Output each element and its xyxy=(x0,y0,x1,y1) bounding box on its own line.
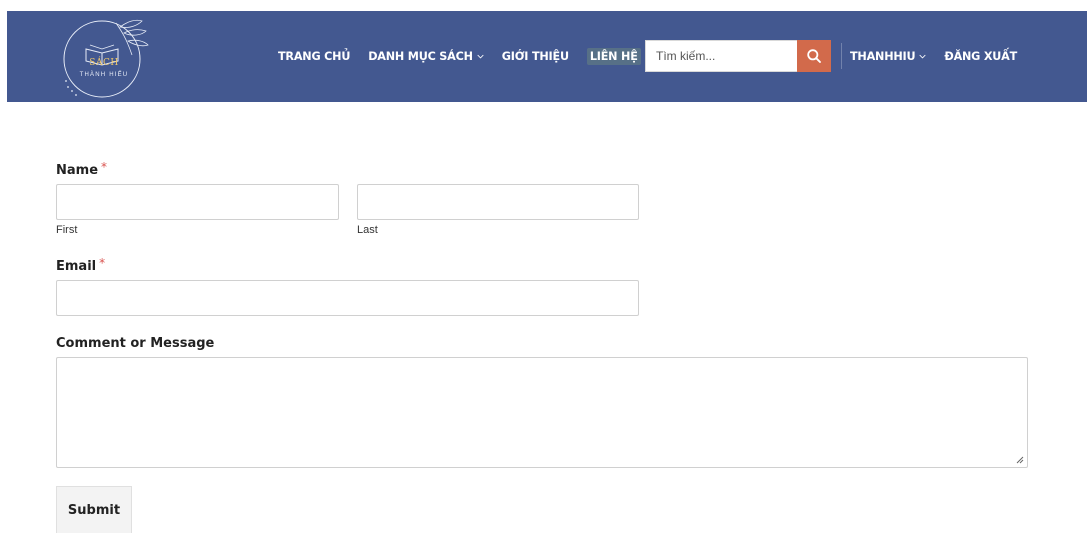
required-marker: * xyxy=(101,160,108,174)
email-label-text: Email xyxy=(56,259,97,274)
nav-item-danh-muc-sach[interactable]: DANH MỤC SÁCH xyxy=(368,50,484,63)
site-header: SÁCH THÀNH HIẾU TRANG CHỦ DANH MỤC SÁCH … xyxy=(7,11,1087,102)
search-icon xyxy=(807,49,821,63)
logout-label: ĐĂNG XUẤT xyxy=(944,50,1018,63)
nav-item-lien-he[interactable]: LIÊN HỆ xyxy=(586,48,641,65)
message-label: Comment or Message xyxy=(56,336,215,351)
first-sublabel: First xyxy=(56,224,78,236)
nav-item-trang-chu[interactable]: TRANG CHỦ xyxy=(278,50,350,63)
submit-button[interactable]: Submit xyxy=(56,486,132,533)
search-form xyxy=(645,40,831,72)
message-textarea[interactable] xyxy=(56,357,1028,468)
nav-divider xyxy=(841,43,842,69)
nav-item-gioi-thieu[interactable]: GIỚI THIỆU xyxy=(502,50,569,63)
logout-link[interactable]: ĐĂNG XUẤT xyxy=(944,50,1017,63)
main-nav: TRANG CHỦ DANH MỤC SÁCH GIỚI THIỆU LIÊN … xyxy=(278,11,659,102)
search-button[interactable] xyxy=(797,40,831,72)
last-name-input[interactable] xyxy=(357,184,639,220)
email-label: Email * xyxy=(56,256,106,274)
site-logo[interactable]: SÁCH THÀNH HIẾU xyxy=(58,15,150,99)
logo-subtitle: THÀNH HIẾU xyxy=(79,72,129,78)
nav-item-label: GIỚI THIỆU xyxy=(501,50,569,63)
last-sublabel: Last xyxy=(357,224,378,236)
chevron-down-icon xyxy=(477,53,484,60)
user-name: THANHHIU xyxy=(850,50,916,63)
first-name-input[interactable] xyxy=(56,184,339,220)
name-label: Name * xyxy=(56,160,108,178)
logo-title: SÁCH xyxy=(89,58,119,68)
name-label-text: Name xyxy=(56,163,99,178)
required-marker: * xyxy=(99,256,106,270)
logo-emblem-icon xyxy=(63,19,149,98)
search-input[interactable] xyxy=(645,40,797,72)
nav-item-label: TRANG CHỦ xyxy=(278,50,351,63)
user-menu[interactable]: THANHHIU xyxy=(850,50,926,63)
nav-item-label: DANH MỤC SÁCH xyxy=(368,50,473,63)
email-input[interactable] xyxy=(56,280,639,316)
nav-item-label: LIÊN HỆ xyxy=(586,48,641,65)
account-nav: THANHHIU ĐĂNG XUẤT xyxy=(850,11,1035,102)
resize-handle-icon[interactable] xyxy=(1015,455,1024,464)
chevron-down-icon xyxy=(919,53,926,60)
